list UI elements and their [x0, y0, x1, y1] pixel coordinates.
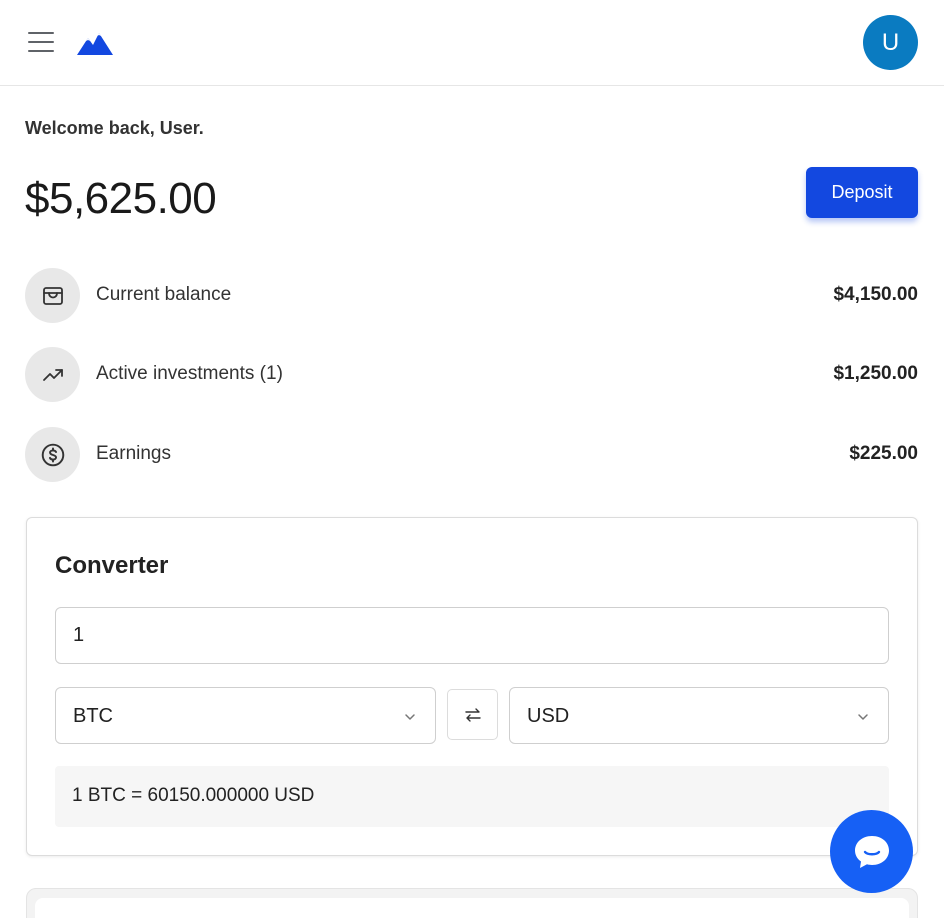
mountain-logo-icon[interactable] [76, 28, 114, 56]
chevron-down-icon [405, 714, 415, 720]
stat-value: $1,250.00 [833, 363, 918, 384]
welcome-message: Welcome back, User. [25, 118, 204, 138]
swap-arrows-icon [464, 707, 481, 722]
stat-value: $225.00 [849, 443, 918, 464]
converter-title: Converter [55, 552, 169, 579]
swap-currencies-button[interactable] [447, 689, 498, 740]
conversion-result-text: 1 BTC = 60150.000000 USD [72, 785, 315, 806]
next-card-body [35, 898, 909, 918]
hamburger-menu-icon[interactable] [26, 28, 56, 56]
from-currency-value: BTC [73, 705, 113, 727]
stat-row-earnings: Earnings $225.00 [25, 427, 918, 483]
stat-label: Earnings [96, 443, 171, 464]
amount-input[interactable] [55, 607, 889, 664]
total-balance: $5,625.00 [25, 174, 217, 223]
stat-label: Active investments (1) [96, 363, 283, 384]
stat-row-active-investments: Active investments (1) $1,250.00 [25, 347, 918, 403]
chevron-down-icon [858, 714, 868, 720]
wallet-icon [25, 268, 80, 323]
from-currency-select[interactable]: BTC [55, 687, 436, 744]
stat-value: $4,150.00 [833, 284, 918, 305]
conversion-result: 1 BTC = 60150.000000 USD [55, 766, 889, 827]
stat-label: Current balance [96, 284, 232, 305]
chat-button[interactable] [830, 810, 913, 893]
stat-row-current-balance: Current balance $4,150.00 [25, 268, 918, 324]
deposit-button[interactable]: Deposit [806, 167, 918, 218]
avatar-initial: U [881, 28, 900, 56]
converter-card: Converter BTC USD 1 BTC = 60150.000000 U… [26, 517, 918, 856]
top-bar: U [0, 0, 944, 86]
next-card [26, 888, 918, 918]
dollar-circle-icon [25, 427, 80, 482]
to-currency-value: USD [527, 705, 570, 727]
to-currency-select[interactable]: USD [509, 687, 889, 744]
avatar[interactable]: U [863, 15, 918, 70]
trending-up-icon [25, 347, 80, 402]
chat-bubble-icon [854, 835, 889, 868]
